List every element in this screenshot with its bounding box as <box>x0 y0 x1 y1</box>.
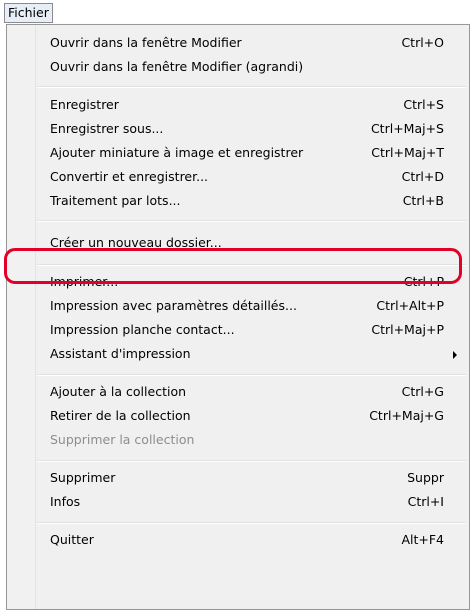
menu-item-shortcut: Ctrl+D <box>401 169 444 184</box>
menu-item-label: Enregistrer <box>50 97 119 112</box>
menu-item-label: Traitement par lots... <box>50 193 181 208</box>
menu-item-label: Enregistrer sous... <box>50 121 164 136</box>
menu-item-print-wizard[interactable]: Assistant d'impression <box>36 342 467 366</box>
menu-item-save[interactable]: Enregistrer Ctrl+S <box>36 93 467 117</box>
menu-fichier[interactable]: Fichier <box>4 3 53 23</box>
menu-item-delete[interactable]: Supprimer Suppr <box>36 466 467 490</box>
menu-item-print-detailed[interactable]: Impression avec paramètres détaillés... … <box>36 294 467 318</box>
menu-item-label: Retirer de la collection <box>50 408 191 423</box>
menu-item-shortcut: Ctrl+Maj+S <box>370 121 444 136</box>
menu-item-add-thumbnail-save[interactable]: Ajouter miniature à image et enregistrer… <box>36 141 467 165</box>
menu-item-create-folder[interactable]: Créer un nouveau dossier... <box>36 231 467 255</box>
menu-item-shortcut: Ctrl+O <box>401 35 444 50</box>
menu-item-remove-from-collection[interactable]: Retirer de la collection Ctrl+Maj+G <box>36 404 467 428</box>
menu-item-shortcut: Ctrl+S <box>403 97 444 112</box>
menu-item-label: Quitter <box>50 532 94 547</box>
menu-item-convert-save[interactable]: Convertir et enregistrer... Ctrl+D <box>36 165 467 189</box>
menu-item-label: Supprimer <box>50 470 116 485</box>
menu-separator <box>37 264 466 266</box>
menu-item-shortcut: Ctrl+B <box>402 193 444 208</box>
menu-item-label: Ouvrir dans la fenêtre Modifier <box>50 35 242 50</box>
menu-item-quit[interactable]: Quitter Alt+F4 <box>36 528 467 552</box>
menu-item-label: Imprimer... <box>50 274 119 289</box>
menu-item-delete-collection: Supprimer la collection <box>36 428 467 452</box>
menu-item-label: Ajouter à la collection <box>50 384 187 399</box>
menu-item-shortcut: Ctrl+P <box>403 274 444 289</box>
menu-item-shortcut: Ctrl+I <box>407 494 444 509</box>
menu-item-shortcut: Ctrl+Alt+P <box>376 298 444 313</box>
menu-item-add-to-collection[interactable]: Ajouter à la collection Ctrl+G <box>36 380 467 404</box>
menu-separator <box>37 522 466 524</box>
menu-item-shortcut: Ctrl+Maj+G <box>369 408 444 423</box>
menu-item-label: Infos <box>50 494 81 509</box>
menu-item-label: Ouvrir dans la fenêtre Modifier (agrandi… <box>50 59 304 74</box>
menu-item-shortcut: Ctrl+G <box>401 384 444 399</box>
menu-item-shortcut: Ctrl+Maj+P <box>371 322 444 337</box>
menu-item-label: Supprimer la collection <box>50 432 195 447</box>
menu-bar: Fichier <box>0 0 470 24</box>
menu-item-print-contact-sheet[interactable]: Impression planche contact... Ctrl+Maj+P <box>36 318 467 342</box>
menu-item-open-edit-window-maximized[interactable]: Ouvrir dans la fenêtre Modifier (agrandi… <box>36 55 467 79</box>
fichier-dropdown-menu: Ouvrir dans la fenêtre Modifier Ctrl+O O… <box>6 24 470 610</box>
menu-item-batch-process[interactable]: Traitement par lots... Ctrl+B <box>36 189 467 213</box>
menu-item-shortcut: Suppr <box>407 470 444 485</box>
menu-icon-column <box>7 25 36 609</box>
menu-item-label: Ajouter miniature à image et enregistrer <box>50 145 304 160</box>
menu-item-label: Convertir et enregistrer... <box>50 169 209 184</box>
menu-item-label: Créer un nouveau dossier... <box>50 235 222 250</box>
menu-separator <box>37 86 466 88</box>
menu-item-shortcut: Ctrl+Maj+T <box>371 145 444 160</box>
menu-item-label: Impression planche contact... <box>50 322 235 337</box>
menu-item-save-as[interactable]: Enregistrer sous... Ctrl+Maj+S <box>36 117 467 141</box>
menu-item-label: Assistant d'impression <box>50 346 191 361</box>
menu-separator <box>37 374 466 376</box>
menu-item-print[interactable]: Imprimer... Ctrl+P <box>36 270 467 294</box>
menu-separator <box>37 460 466 462</box>
menu-item-label: Impression avec paramètres détaillés... <box>50 298 297 313</box>
menu-item-info[interactable]: Infos Ctrl+I <box>36 490 467 514</box>
menu-item-shortcut: Alt+F4 <box>401 532 444 547</box>
menu-item-open-edit-window[interactable]: Ouvrir dans la fenêtre Modifier Ctrl+O <box>36 31 467 55</box>
menu-separator <box>37 220 466 222</box>
submenu-arrow-icon <box>453 351 457 359</box>
